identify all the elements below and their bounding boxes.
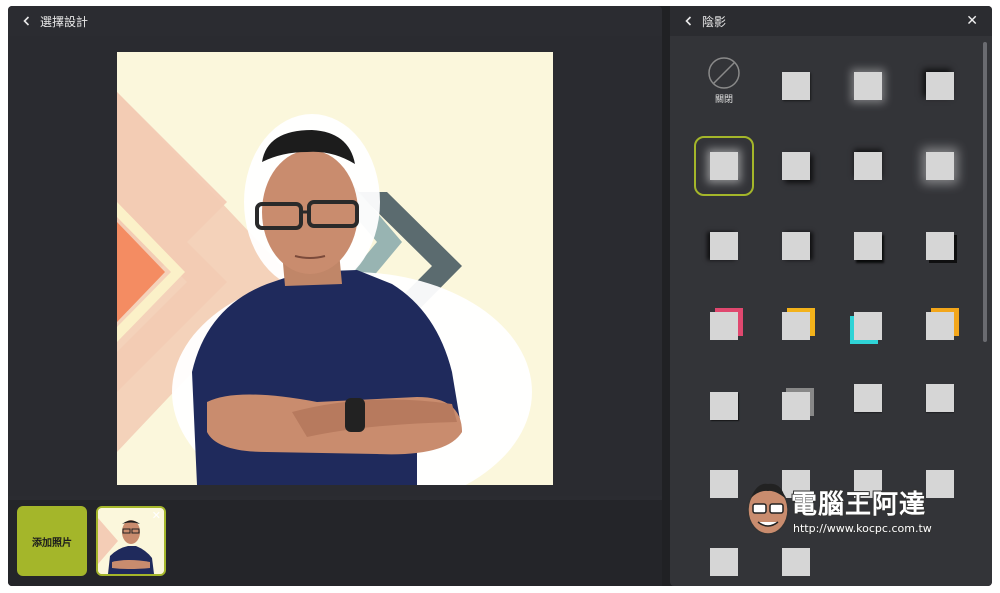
shadow-option[interactable] bbox=[766, 454, 826, 514]
shadow-off-label: 關閉 bbox=[714, 94, 733, 105]
chevron-left-icon[interactable] bbox=[20, 14, 34, 28]
shadow-option[interactable] bbox=[766, 216, 826, 276]
editor-title: 選擇設計 bbox=[40, 14, 89, 29]
app-window: 選擇設計 添加照片 ✕ 陰影 ✕ 關閉 bbox=[8, 6, 992, 586]
shadow-option[interactable] bbox=[766, 136, 826, 196]
shadow-option[interactable] bbox=[838, 296, 898, 356]
shadow-option[interactable] bbox=[694, 216, 754, 276]
shadow-option[interactable] bbox=[838, 454, 898, 514]
shadow-option[interactable] bbox=[910, 454, 970, 514]
shadow-option-selected[interactable] bbox=[694, 136, 754, 196]
editor-header: 選擇設計 bbox=[8, 6, 662, 36]
close-icon[interactable]: ✕ bbox=[966, 13, 978, 29]
shadow-option[interactable] bbox=[910, 296, 970, 356]
shadow-option[interactable] bbox=[838, 368, 898, 428]
shadow-option[interactable] bbox=[910, 136, 970, 196]
chevron-left-icon[interactable] bbox=[682, 14, 696, 28]
panel-scrollbar[interactable] bbox=[983, 42, 987, 342]
design-preview-image[interactable] bbox=[117, 52, 553, 485]
panel-title: 陰影 bbox=[702, 14, 727, 29]
shadow-option[interactable] bbox=[694, 296, 754, 356]
photo-thumbnail[interactable]: ✕ bbox=[96, 506, 166, 576]
shadow-option[interactable] bbox=[838, 136, 898, 196]
shadow-option[interactable] bbox=[694, 454, 754, 514]
shadow-option[interactable] bbox=[766, 376, 826, 436]
panel-header: 陰影 ✕ bbox=[670, 6, 992, 36]
canvas-area bbox=[8, 36, 662, 530]
no-shadow-icon bbox=[708, 56, 740, 89]
add-photo-button[interactable]: 添加照片 bbox=[17, 506, 87, 576]
off-option-wrap: 關閉 bbox=[707, 56, 741, 105]
shadow-panel: 陰影 ✕ 關閉 bbox=[670, 6, 992, 586]
shadow-option[interactable] bbox=[910, 368, 970, 428]
shadow-option[interactable] bbox=[766, 532, 826, 586]
shadow-option[interactable] bbox=[838, 216, 898, 276]
design-editor: 選擇設計 添加照片 ✕ bbox=[8, 6, 662, 586]
shadow-option[interactable] bbox=[838, 56, 898, 116]
shadow-option[interactable] bbox=[910, 216, 970, 276]
shadow-option[interactable] bbox=[694, 532, 754, 586]
shadow-option[interactable] bbox=[766, 56, 826, 116]
photo-tray: 添加照片 ✕ bbox=[8, 500, 662, 586]
close-icon[interactable]: ✕ bbox=[152, 509, 161, 522]
shadow-option-off[interactable]: 關閉 bbox=[694, 50, 754, 110]
shadow-option[interactable] bbox=[766, 296, 826, 356]
shadow-option[interactable] bbox=[694, 376, 754, 436]
shadow-option[interactable] bbox=[910, 56, 970, 116]
